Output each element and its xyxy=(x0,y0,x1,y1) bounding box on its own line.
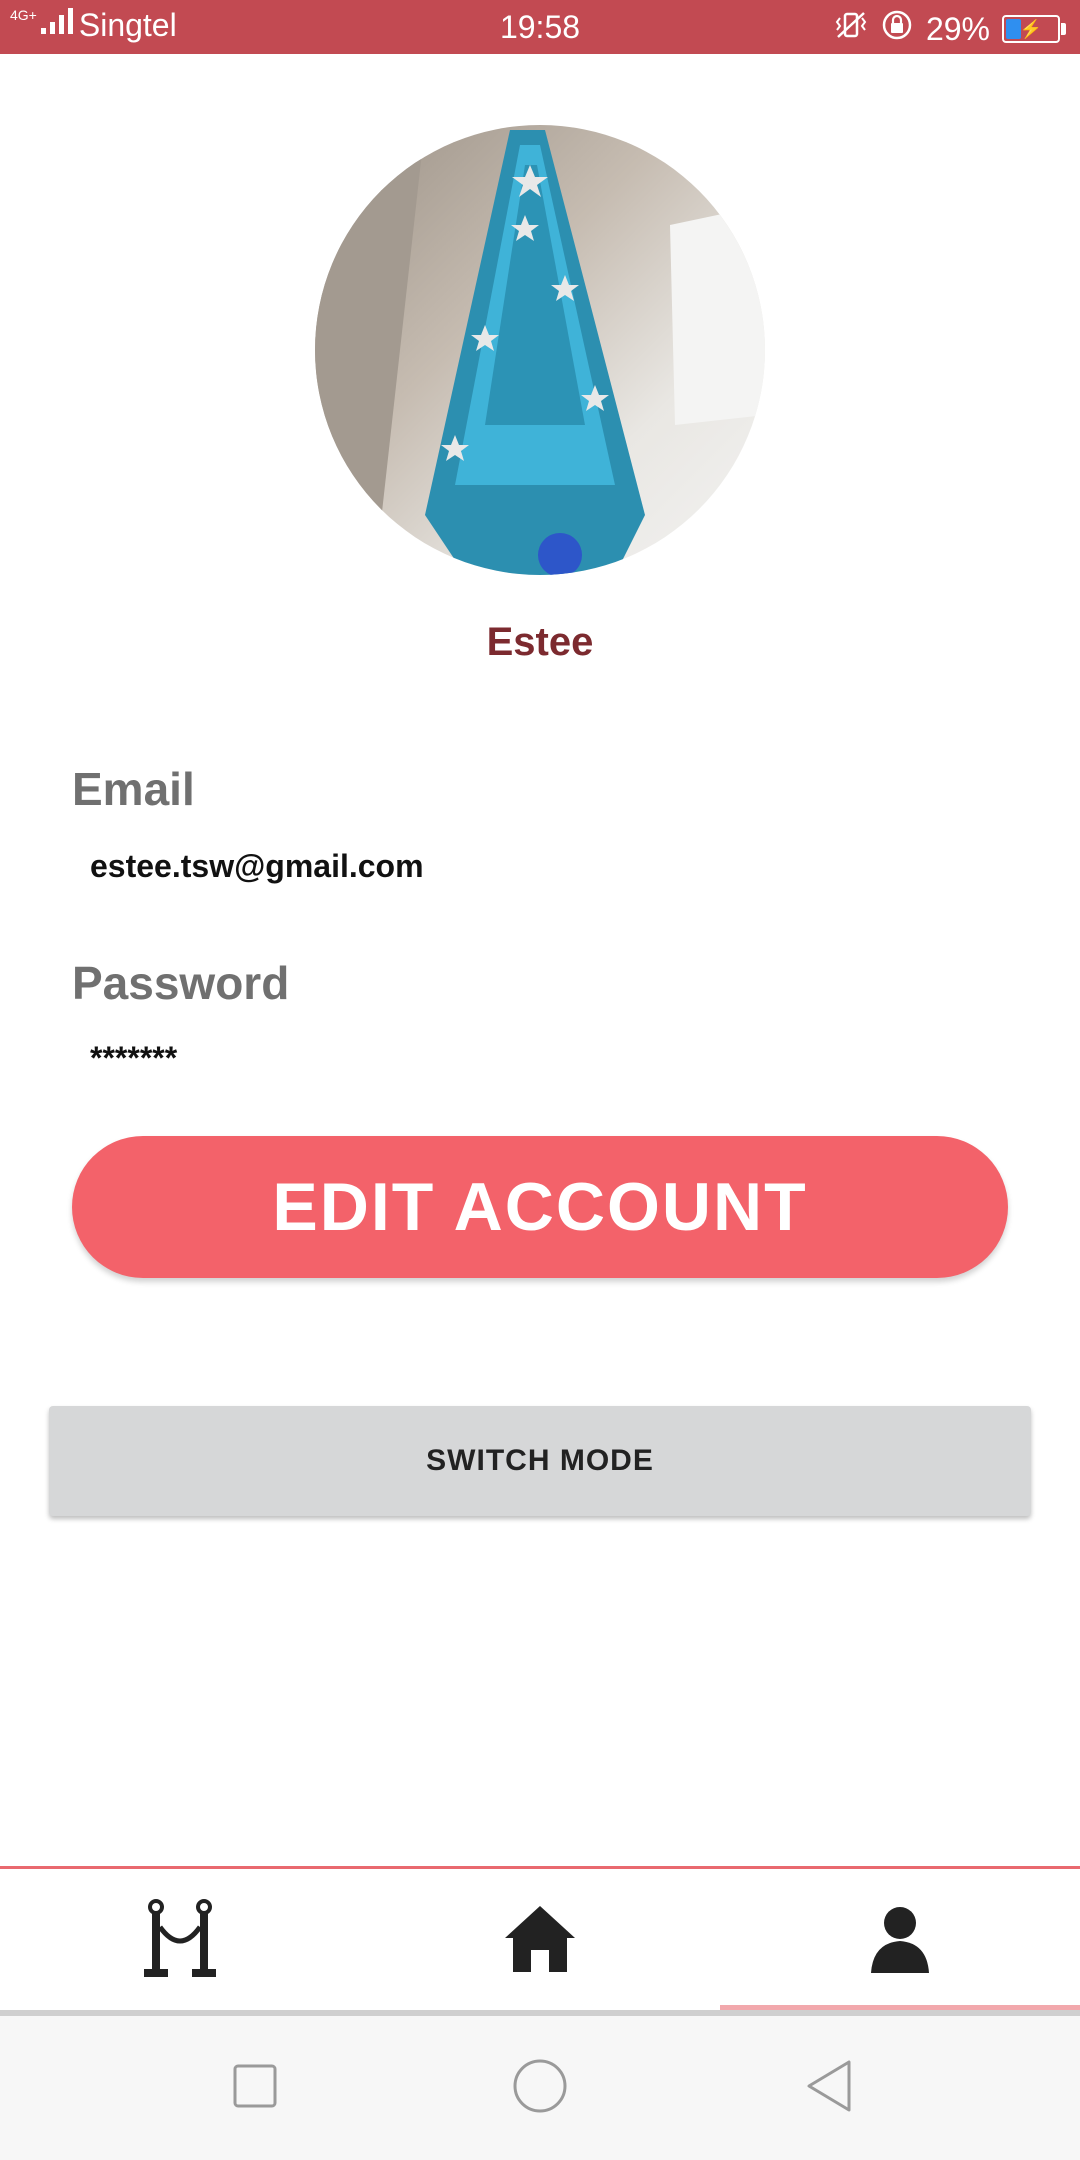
charging-icon: ⚡ xyxy=(1019,18,1043,39)
circle-icon xyxy=(512,2058,568,2118)
password-label: Password xyxy=(72,957,290,1009)
avatar[interactable] xyxy=(315,125,765,575)
password-value[interactable]: ******* xyxy=(90,1040,177,1077)
email-value[interactable]: estee.tsw@gmail.com xyxy=(90,848,424,885)
back-button[interactable] xyxy=(750,2016,910,2160)
square-icon xyxy=(232,2063,278,2113)
home-icon xyxy=(503,1904,577,1978)
nav-item-profile[interactable] xyxy=(720,1869,1080,2013)
nav-item-events[interactable] xyxy=(0,1869,360,2013)
person-icon xyxy=(869,1905,931,1977)
christmas-tree-photo xyxy=(315,125,765,575)
email-label: Email xyxy=(72,763,195,815)
home-system-button[interactable] xyxy=(460,2016,620,2160)
nav-item-home[interactable] xyxy=(360,1869,720,2013)
edit-account-button[interactable]: EDIT ACCOUNT xyxy=(72,1136,1008,1278)
stanchion-rope-icon xyxy=(140,1899,220,1983)
triangle-back-icon xyxy=(805,2059,855,2117)
recents-button[interactable] xyxy=(175,2016,335,2160)
rotation-lock-icon xyxy=(880,8,914,50)
switch-mode-button[interactable]: SWITCH MODE xyxy=(49,1406,1031,1516)
bottom-navigation xyxy=(0,1866,1080,2013)
status-bar: 4G+ Singtel 19:58 29% ⚡ xyxy=(0,0,1080,54)
battery-icon: ⚡ xyxy=(1002,15,1066,43)
vibrate-icon xyxy=(834,10,868,48)
battery-percent: 29% xyxy=(925,10,990,47)
profile-name: Estee xyxy=(486,620,594,664)
status-right: 29% ⚡ xyxy=(834,8,1066,50)
system-navigation-bar xyxy=(0,2016,1080,2160)
